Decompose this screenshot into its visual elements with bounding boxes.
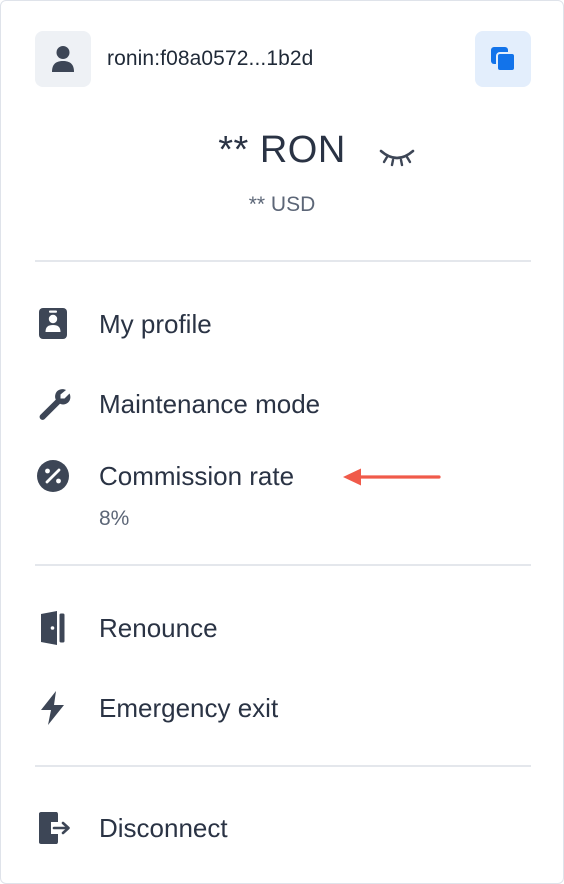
wallet-address: ronin:f08a0572...1b2d: [107, 47, 314, 70]
menu-item-renounce[interactable]: Renounce: [35, 603, 531, 651]
balance-block: ** RON: [1, 129, 563, 185]
menu-item-disconnect[interactable]: Disconnect: [35, 803, 531, 851]
account-menu-panel: ronin:f08a0572...1b2d ** RON ** USD My p…: [0, 0, 564, 884]
divider: [35, 260, 531, 262]
menu-item-maintenance-mode[interactable]: Maintenance mode: [35, 379, 531, 427]
wrench-icon: [35, 387, 71, 421]
menu-item-my-profile[interactable]: My profile: [35, 299, 531, 347]
balance-ron: ** RON: [218, 129, 346, 171]
user-icon: [52, 46, 74, 72]
toggle-balance-visibility-button[interactable]: [379, 143, 415, 171]
eye-closed-icon: [379, 149, 415, 167]
menu-item-label: Emergency exit: [99, 693, 279, 723]
copy-address-button[interactable]: [475, 31, 531, 87]
percent-icon: [35, 459, 71, 493]
lightning-icon: [35, 691, 71, 725]
commission-rate-value: 8%: [99, 507, 130, 530]
menu-item-emergency-exit[interactable]: Emergency exit: [35, 683, 531, 731]
door-icon: [35, 611, 71, 645]
divider: [35, 765, 531, 767]
avatar: [35, 31, 91, 87]
menu-item-label: My profile: [99, 309, 212, 339]
copy-icon: [491, 47, 515, 71]
balance-usd: ** USD: [248, 193, 316, 216]
profile-badge-icon: [35, 307, 71, 341]
menu-item-label: Disconnect: [99, 813, 228, 843]
menu-item-commission-rate[interactable]: Commission rate: [35, 451, 531, 499]
sign-out-icon: [35, 811, 71, 845]
menu-item-label: Maintenance mode: [99, 389, 321, 419]
annotation-arrow-icon: [343, 468, 441, 486]
divider: [35, 564, 531, 566]
menu-item-label: Commission rate: [99, 461, 295, 491]
menu-item-label: Renounce: [99, 613, 218, 643]
account-row: ronin:f08a0572...1b2d: [35, 31, 531, 87]
